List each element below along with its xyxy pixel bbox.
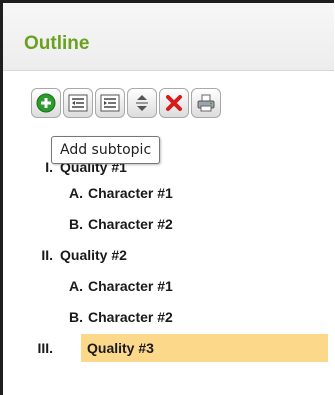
outdent-button[interactable] (63, 88, 93, 118)
delete-button[interactable] (159, 88, 189, 118)
outline-item-2a[interactable]: A. Character #1 (3, 272, 334, 300)
outline-toolbar (31, 88, 221, 122)
outline-item-label: Quality #2 (60, 247, 127, 263)
move-button[interactable] (127, 88, 157, 118)
up-down-arrows-icon (133, 93, 151, 113)
outline-item-number: A. (69, 278, 83, 294)
plus-circle-icon (36, 93, 56, 113)
outline-item-1b[interactable]: B. Character #2 (3, 210, 334, 238)
outline-item-number: III. (37, 340, 53, 356)
outline-item-2[interactable]: II. Quality #2 (3, 241, 334, 269)
add-subtopic-button[interactable] (31, 88, 61, 118)
panel-title: Outline (24, 33, 90, 54)
indent-button[interactable] (95, 88, 125, 118)
panel-header: Outline (3, 3, 334, 71)
outline-item-label: Character #2 (88, 309, 173, 325)
outline-item-number: I. (45, 159, 53, 175)
outline-item-number: B. (69, 216, 83, 232)
outline-item-label: Character #2 (88, 216, 173, 232)
outline-item-number: B. (69, 309, 83, 325)
outline-item-2b[interactable]: B. Character #2 (3, 303, 334, 331)
outline-item-3-selected[interactable]: III. Quality #3 (3, 334, 334, 362)
outdent-icon (68, 94, 88, 112)
add-subtopic-tooltip: Add subtopic (51, 136, 161, 164)
printer-icon (196, 93, 216, 113)
red-x-icon (164, 93, 184, 113)
print-button[interactable] (191, 88, 221, 118)
outline-item-label: Character #1 (88, 278, 173, 294)
outline-item-label: Character #1 (88, 185, 173, 201)
outline-panel: Outline Add subtopic I. Quality #1 A. Ch… (0, 0, 334, 395)
outline-item-label: Quality #3 (81, 334, 328, 362)
outline-item-number: A. (69, 185, 83, 201)
outline-item-1a[interactable]: A. Character #1 (3, 179, 334, 207)
outline-item-number: II. (41, 247, 53, 263)
indent-icon (100, 94, 120, 112)
